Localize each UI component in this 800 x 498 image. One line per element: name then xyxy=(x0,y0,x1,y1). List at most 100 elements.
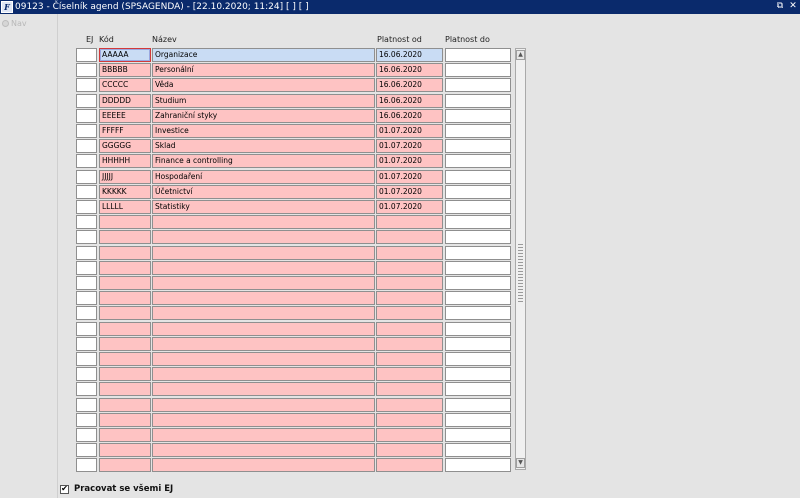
cell-platnost-od[interactable]: 16.06.2020 xyxy=(376,109,443,123)
table-row[interactable] xyxy=(76,428,511,442)
cell-ej[interactable] xyxy=(76,337,97,351)
cell-nazev[interactable] xyxy=(152,306,375,320)
cell-platnost-od[interactable]: 16.06.2020 xyxy=(376,94,443,108)
table-row[interactable] xyxy=(76,398,511,412)
cell-nazev[interactable] xyxy=(152,382,375,396)
cell-nazev[interactable]: Investice xyxy=(152,124,375,138)
cell-kod[interactable] xyxy=(99,458,151,472)
cell-kod[interactable] xyxy=(99,306,151,320)
table-row[interactable] xyxy=(76,352,511,366)
cell-ej[interactable] xyxy=(76,63,97,77)
cell-nazev[interactable]: Statistiky xyxy=(152,200,375,214)
cell-kod[interactable] xyxy=(99,382,151,396)
cell-ej[interactable] xyxy=(76,443,97,457)
cell-kod[interactable]: LLLLL xyxy=(99,200,151,214)
cell-platnost-od[interactable] xyxy=(376,367,443,381)
cell-platnost-do[interactable] xyxy=(445,306,511,320)
cell-platnost-od[interactable] xyxy=(376,322,443,336)
table-row[interactable] xyxy=(76,261,511,275)
cell-platnost-od[interactable]: 01.07.2020 xyxy=(376,185,443,199)
table-row[interactable] xyxy=(76,291,511,305)
cell-platnost-od[interactable] xyxy=(376,428,443,442)
cell-kod[interactable] xyxy=(99,246,151,260)
cell-ej[interactable] xyxy=(76,154,97,168)
cell-nazev[interactable]: Personální xyxy=(152,63,375,77)
cell-kod[interactable]: BBBBB xyxy=(99,63,151,77)
cell-nazev[interactable] xyxy=(152,337,375,351)
cell-platnost-od[interactable] xyxy=(376,230,443,244)
cell-kod[interactable]: JJJJJ xyxy=(99,170,151,184)
cell-kod[interactable] xyxy=(99,413,151,427)
cell-nazev[interactable] xyxy=(152,352,375,366)
cell-platnost-od[interactable] xyxy=(376,382,443,396)
cell-kod[interactable]: KKKKK xyxy=(99,185,151,199)
cell-kod[interactable]: DDDDD xyxy=(99,94,151,108)
cell-nazev[interactable]: Věda xyxy=(152,78,375,92)
cell-ej[interactable] xyxy=(76,428,97,442)
cell-ej[interactable] xyxy=(76,94,97,108)
cell-nazev[interactable]: Finance a controlling xyxy=(152,154,375,168)
table-row[interactable] xyxy=(76,246,511,260)
cell-kod[interactable] xyxy=(99,230,151,244)
cell-ej[interactable] xyxy=(76,322,97,336)
cell-kod[interactable] xyxy=(99,337,151,351)
cell-platnost-do[interactable] xyxy=(445,291,511,305)
cell-platnost-do[interactable] xyxy=(445,124,511,138)
cell-platnost-od[interactable]: 01.07.2020 xyxy=(376,170,443,184)
table-row[interactable]: CCCCC Věda 16.06.2020 xyxy=(76,78,511,92)
cell-platnost-od[interactable]: 16.06.2020 xyxy=(376,48,443,62)
cell-platnost-od[interactable] xyxy=(376,276,443,290)
cell-platnost-do[interactable] xyxy=(445,154,511,168)
cell-nazev[interactable] xyxy=(152,443,375,457)
all-ej-checkbox[interactable]: ✔ xyxy=(60,484,69,494)
cell-nazev[interactable] xyxy=(152,276,375,290)
table-row[interactable]: KKKKK Účetnictví 01.07.2020 xyxy=(76,185,511,199)
cell-platnost-od[interactable] xyxy=(376,337,443,351)
table-row[interactable] xyxy=(76,458,511,472)
restore-window-icon[interactable]: ⧉ xyxy=(775,1,785,12)
cell-nazev[interactable]: Zahraniční styky xyxy=(152,109,375,123)
cell-ej[interactable] xyxy=(76,78,97,92)
cell-platnost-do[interactable] xyxy=(445,398,511,412)
table-row[interactable] xyxy=(76,382,511,396)
close-window-icon[interactable]: ✕ xyxy=(788,1,798,12)
cell-platnost-od[interactable]: 16.06.2020 xyxy=(376,78,443,92)
cell-ej[interactable] xyxy=(76,352,97,366)
cell-kod[interactable] xyxy=(99,276,151,290)
cell-nazev[interactable] xyxy=(152,367,375,381)
cell-kod[interactable]: HHHHH xyxy=(99,154,151,168)
cell-platnost-do[interactable] xyxy=(445,337,511,351)
cell-kod[interactable] xyxy=(99,215,151,229)
cell-platnost-do[interactable] xyxy=(445,170,511,184)
cell-ej[interactable] xyxy=(76,458,97,472)
cell-nazev[interactable]: Sklad xyxy=(152,139,375,153)
cell-platnost-do[interactable] xyxy=(445,200,511,214)
cell-platnost-do[interactable] xyxy=(445,78,511,92)
cell-nazev[interactable] xyxy=(152,246,375,260)
table-row[interactable] xyxy=(76,337,511,351)
all-ej-option[interactable]: ✔ Pracovat se všemi EJ xyxy=(60,484,173,494)
table-row[interactable]: JJJJJ Hospodaření 01.07.2020 xyxy=(76,170,511,184)
cell-platnost-do[interactable] xyxy=(445,367,511,381)
cell-nazev[interactable]: Organizace xyxy=(152,48,375,62)
cell-nazev[interactable] xyxy=(152,322,375,336)
table-row[interactable] xyxy=(76,276,511,290)
cell-kod[interactable] xyxy=(99,291,151,305)
cell-platnost-do[interactable] xyxy=(445,322,511,336)
table-scrollbar[interactable]: ▲ ▼ xyxy=(515,48,526,470)
scroll-down-arrow-icon[interactable]: ▼ xyxy=(516,458,525,468)
cell-ej[interactable] xyxy=(76,413,97,427)
cell-nazev[interactable] xyxy=(152,458,375,472)
cell-platnost-do[interactable] xyxy=(445,63,511,77)
cell-ej[interactable] xyxy=(76,367,97,381)
cell-platnost-do[interactable] xyxy=(445,382,511,396)
table-row[interactable] xyxy=(76,322,511,336)
cell-platnost-do[interactable] xyxy=(445,109,511,123)
cell-platnost-do[interactable] xyxy=(445,246,511,260)
cell-platnost-od[interactable] xyxy=(376,291,443,305)
cell-ej[interactable] xyxy=(76,306,97,320)
table-row[interactable]: DDDDD Studium 16.06.2020 xyxy=(76,94,511,108)
cell-nazev[interactable] xyxy=(152,291,375,305)
cell-platnost-od[interactable]: 01.07.2020 xyxy=(376,200,443,214)
table-row[interactable] xyxy=(76,367,511,381)
